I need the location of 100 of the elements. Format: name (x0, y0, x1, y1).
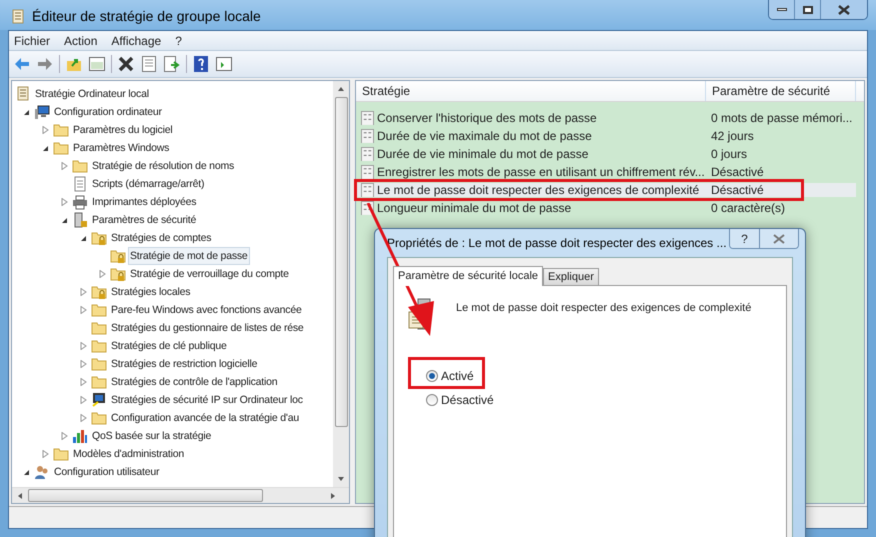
tree-item[interactable]: Paramètres Windows (71, 139, 172, 157)
locked-folder-icon (91, 284, 107, 300)
collapsed-arrow-icon[interactable] (80, 396, 87, 404)
folder-icon (91, 320, 107, 336)
tree-item[interactable]: Stratégies du gestionnaire de listes de rése (109, 319, 306, 337)
tree-item[interactable]: Paramètres du logiciel (71, 121, 174, 139)
back-arrow-icon (14, 57, 30, 71)
policy-setting: 42 jours (711, 129, 754, 143)
radio-label[interactable]: Désactivé (441, 391, 494, 409)
scroll-up-icon[interactable] (337, 85, 345, 93)
folder-icon (72, 158, 88, 174)
folder-icon (53, 446, 69, 462)
dialog-tab[interactable]: Expliquer (543, 268, 599, 285)
policy-row[interactable]: Le mot de passe doit respecter des exigences de complexité Désactivé (356, 183, 856, 197)
help-icon (194, 56, 208, 72)
scroll-down-icon[interactable] (337, 475, 345, 483)
folder-icon (91, 302, 107, 318)
tree-item[interactable]: Stratégies de contrôle de l'application (109, 373, 280, 391)
folder-icon (91, 356, 107, 372)
close-icon (773, 234, 785, 244)
expanded-arrow-icon[interactable] (61, 216, 68, 224)
policy-name: Le mot de passe doit respecter des exigences de complexité (377, 183, 700, 197)
column-header[interactable]: Stratégie (356, 81, 706, 101)
window-title: Éditeur de stratégie de groupe locale (32, 7, 261, 26)
close-icon (838, 4, 850, 14)
expanded-arrow-icon[interactable] (80, 234, 87, 242)
collapsed-arrow-icon[interactable] (80, 288, 87, 296)
dialog-tab[interactable]: Paramètre de sécurité locale (393, 266, 544, 286)
tree-item[interactable]: Scripts (démarrage/arrêt) (90, 175, 206, 193)
policy-row[interactable]: Enregistrer les mots de passe en utilisant un chiffrement rév... Désactivé (356, 165, 856, 179)
policy-name: Conserver l'historique des mots de passe (377, 111, 598, 125)
folder-icon (91, 374, 107, 390)
tree-item[interactable]: Configuration ordinateur (52, 103, 164, 121)
close-button[interactable] (821, 0, 867, 19)
vertical-scrollbar[interactable] (333, 81, 349, 487)
policy-name: Durée de vie maximale du mot de passe (377, 129, 593, 143)
tree-item[interactable]: Configuration utilisateur (52, 463, 162, 481)
tree-item[interactable]: Imprimantes déployées (90, 193, 198, 211)
policy-setting: 0 caractère(s) (711, 201, 786, 215)
collapsed-arrow-icon[interactable] (61, 162, 68, 170)
expanded-arrow-icon[interactable] (23, 108, 30, 116)
tree-item[interactable]: Stratégies de restriction logicielle (109, 355, 260, 373)
folder-up-icon (66, 56, 82, 72)
scroll-right-icon[interactable] (329, 492, 337, 500)
tree-item[interactable]: Stratégies de clé publique (109, 337, 229, 355)
menu-item[interactable]: Fichier (14, 32, 50, 50)
tree-item[interactable]: Configuration avancée de la stratégie d'au (109, 409, 301, 427)
policy-row[interactable]: Durée de vie maximale du mot de passe 42 jours (356, 129, 856, 143)
pane-icon (89, 57, 105, 71)
collapsed-arrow-icon[interactable] (99, 270, 106, 278)
policy-row[interactable]: Durée de vie minimale du mot de passe 0 jours (356, 147, 856, 161)
collapsed-arrow-icon[interactable] (80, 360, 87, 368)
expanded-arrow-icon[interactable] (23, 468, 30, 476)
tree-item[interactable]: Stratégies de sécurité IP sur Ordinateur loc (109, 391, 305, 409)
tree-item[interactable]: Modèles d'administration (71, 445, 186, 463)
pane-icon (216, 57, 232, 71)
scroll-left-icon[interactable] (16, 492, 24, 500)
tree-item[interactable]: Stratégie de verrouillage du compte (128, 265, 291, 283)
maximize-button[interactable] (795, 0, 821, 19)
collapsed-arrow-icon[interactable] (61, 198, 68, 206)
close-button[interactable] (760, 229, 798, 248)
policy-icon (361, 147, 374, 161)
collapsed-arrow-icon[interactable] (80, 342, 87, 350)
column-header[interactable]: Paramètre de sécurité (706, 81, 856, 101)
radio-button[interactable] (426, 394, 438, 406)
tree-item[interactable]: Pare-feu Windows avec fonctions avancée (109, 301, 304, 319)
scroll-icon (15, 86, 31, 102)
minimize-button[interactable] (769, 0, 795, 19)
horizontal-scrollbar[interactable] (12, 487, 349, 503)
tree-item[interactable]: Stratégies locales (109, 283, 192, 301)
tree-item[interactable]: QoS basée sur la stratégie (90, 427, 214, 445)
tree-item[interactable]: Paramètres de sécurité (90, 211, 198, 229)
expanded-arrow-icon[interactable] (42, 144, 49, 152)
collapsed-arrow-icon[interactable] (42, 450, 49, 458)
tree-item[interactable]: Stratégie de mot de passe (128, 247, 250, 265)
monitor-icon (91, 392, 107, 408)
policy-setting: Désactivé (711, 183, 764, 197)
policy-label: Le mot de passe doit respecter des exigences de complexité (456, 301, 752, 316)
help-button[interactable]: ? (730, 229, 760, 248)
menu-item[interactable]: Action (64, 32, 98, 50)
delete-icon (118, 56, 134, 72)
tree-item[interactable]: Stratégies de comptes (109, 229, 214, 247)
collapsed-arrow-icon[interactable] (80, 306, 87, 314)
dialog-title: Propriétés de : Le mot de passe doit respecter des exigences ... (387, 235, 727, 252)
export-icon (164, 56, 180, 72)
printer-icon (72, 194, 88, 210)
policy-icon (361, 183, 374, 197)
menu-item[interactable]: Affichage (111, 32, 162, 50)
tree-item[interactable]: Stratégie de résolution de noms (90, 157, 236, 175)
menu-item[interactable]: ? (175, 32, 182, 50)
radio-button[interactable] (426, 370, 438, 382)
collapsed-arrow-icon[interactable] (61, 432, 68, 440)
tree-item[interactable]: Stratégie Ordinateur local (33, 85, 151, 103)
radio-label[interactable]: Activé (441, 367, 474, 385)
collapsed-arrow-icon[interactable] (80, 414, 87, 422)
collapsed-arrow-icon[interactable] (42, 126, 49, 134)
policy-row[interactable]: Conserver l'historique des mots de passe 0 mots de passe mémori... (356, 111, 856, 125)
collapsed-arrow-icon[interactable] (80, 378, 87, 386)
policy-row[interactable]: Longueur minimale du mot de passe 0 caractère(s) (356, 201, 856, 215)
scroll-icon (10, 8, 26, 24)
